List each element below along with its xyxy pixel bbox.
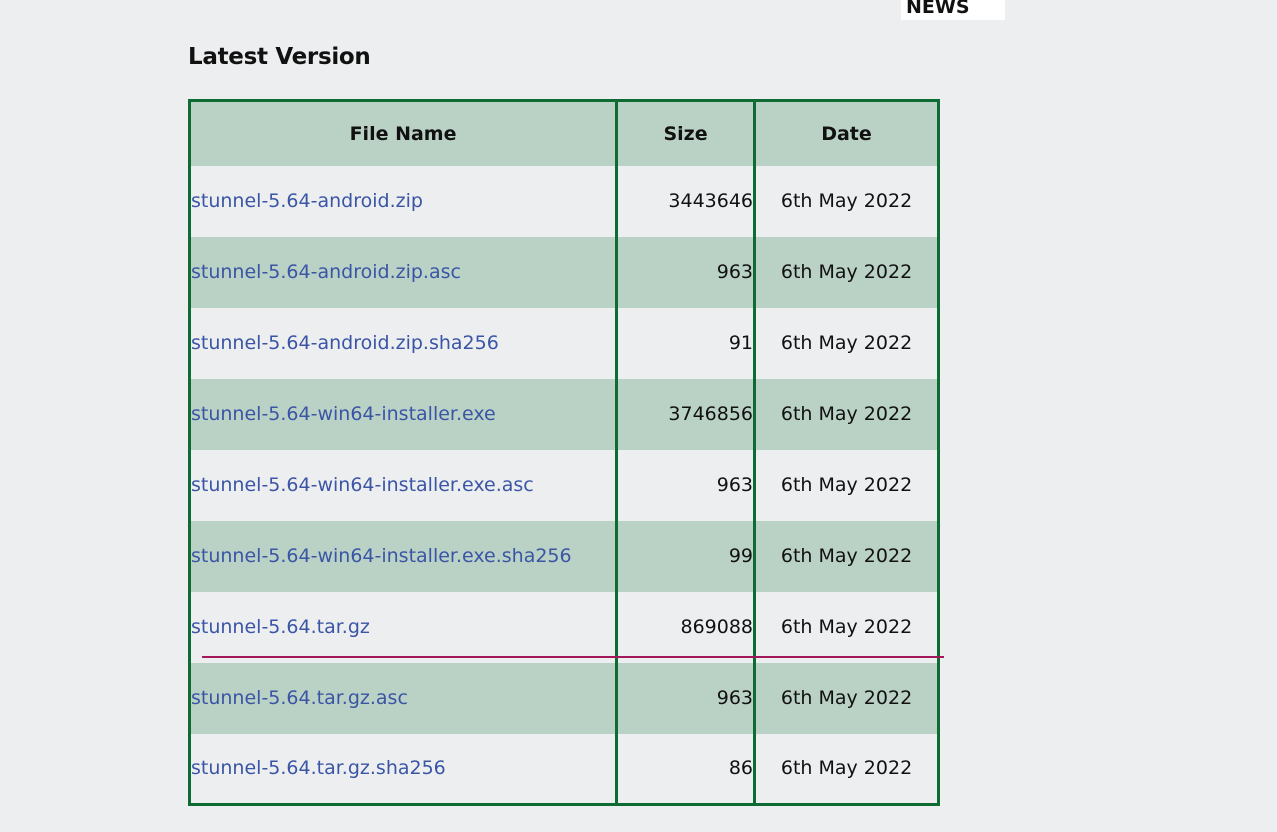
file-name-cell: stunnel-5.64-win64-installer.exe.sha256	[187, 520, 619, 592]
table-row: stunnel-5.64.tar.gz.asc 963 6th May 2022	[187, 662, 940, 734]
file-download-link[interactable]: stunnel-5.64.tar.gz.sha256	[191, 757, 446, 779]
file-date-cell: 6th May 2022	[753, 165, 940, 237]
file-download-link[interactable]: stunnel-5.64-win64-installer.exe.asc	[191, 474, 534, 496]
table-row: stunnel-5.64-android.zip.asc 963 6th May…	[187, 236, 940, 308]
file-download-link[interactable]: stunnel-5.64-android.zip.asc	[191, 261, 461, 283]
column-header-date: Date	[753, 100, 940, 166]
file-size-cell: 91	[615, 307, 757, 379]
annotation-underline	[202, 656, 944, 658]
column-header-size: Size	[615, 100, 757, 166]
table-header-row: File Name Size Date	[187, 100, 940, 166]
file-name-cell: stunnel-5.64.tar.gz.asc	[187, 662, 619, 734]
file-download-link[interactable]: stunnel-5.64-android.zip.sha256	[191, 332, 499, 354]
file-size-cell: 3443646	[615, 165, 757, 237]
nav-news-link[interactable]: NEWS	[901, 0, 1005, 20]
file-name-cell: stunnel-5.64.tar.gz.sha256	[187, 733, 619, 805]
file-date-cell: 6th May 2022	[753, 662, 940, 734]
file-date-cell: 6th May 2022	[753, 449, 940, 521]
page: NEWS Latest Version File Name Size Date …	[0, 0, 1277, 832]
file-download-link[interactable]: stunnel-5.64-android.zip	[191, 190, 423, 212]
table-row: stunnel-5.64.tar.gz.sha256 86 6th May 20…	[187, 733, 940, 805]
file-name-cell: stunnel-5.64-win64-installer.exe.asc	[187, 449, 619, 521]
table-row: stunnel-5.64-win64-installer.exe.asc 963…	[187, 449, 940, 521]
table-row: stunnel-5.64-android.zip 3443646 6th May…	[187, 165, 940, 237]
file-size-cell: 869088	[615, 591, 757, 663]
file-name-cell: stunnel-5.64-win64-installer.exe	[187, 378, 619, 450]
table-row: stunnel-5.64-win64-installer.exe 3746856…	[187, 378, 940, 450]
file-date-cell: 6th May 2022	[753, 591, 940, 663]
file-size-cell: 963	[615, 449, 757, 521]
file-name-cell: stunnel-5.64-android.zip	[187, 165, 619, 237]
file-download-link[interactable]: stunnel-5.64.tar.gz.asc	[191, 687, 408, 709]
table-row: stunnel-5.64-win64-installer.exe.sha256 …	[187, 520, 940, 592]
file-size-cell: 963	[615, 662, 757, 734]
file-date-cell: 6th May 2022	[753, 520, 940, 592]
file-name-cell: stunnel-5.64.tar.gz	[187, 591, 619, 663]
file-download-link[interactable]: stunnel-5.64-win64-installer.exe.sha256	[191, 545, 572, 567]
file-name-cell: stunnel-5.64-android.zip.asc	[187, 236, 619, 308]
file-date-cell: 6th May 2022	[753, 236, 940, 308]
file-download-link[interactable]: stunnel-5.64-win64-installer.exe	[191, 403, 496, 425]
downloads-table: File Name Size Date stunnel-5.64-android…	[187, 99, 940, 806]
file-size-cell: 963	[615, 236, 757, 308]
column-header-file-name: File Name	[187, 100, 619, 166]
file-size-cell: 86	[615, 733, 757, 805]
file-name-cell: stunnel-5.64-android.zip.sha256	[187, 307, 619, 379]
file-download-link[interactable]: stunnel-5.64.tar.gz	[191, 616, 370, 638]
table-row: stunnel-5.64.tar.gz 869088 6th May 2022	[187, 591, 940, 663]
table-row: stunnel-5.64-android.zip.sha256 91 6th M…	[187, 307, 940, 379]
file-size-cell: 99	[615, 520, 757, 592]
file-date-cell: 6th May 2022	[753, 307, 940, 379]
file-size-cell: 3746856	[615, 378, 757, 450]
section-title: Latest Version	[188, 44, 371, 70]
file-date-cell: 6th May 2022	[753, 378, 940, 450]
file-date-cell: 6th May 2022	[753, 733, 940, 805]
